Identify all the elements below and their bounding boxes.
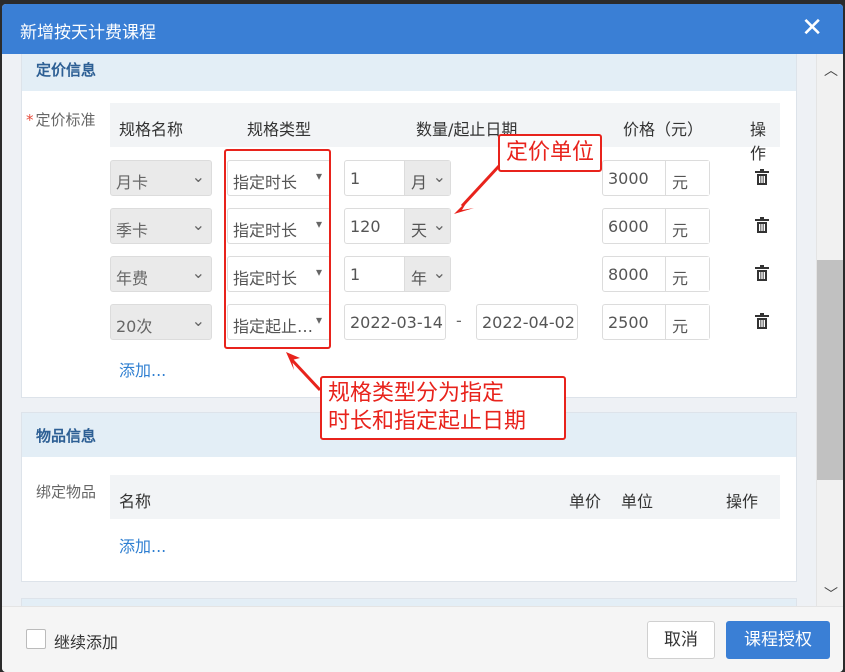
col-spec-name: 规格名称 bbox=[119, 120, 184, 139]
price-input[interactable]: 3000 元 bbox=[602, 160, 710, 196]
currency-addon: 元 bbox=[665, 257, 709, 291]
end-date-input[interactable]: 2022-04-02 bbox=[476, 304, 578, 340]
col-item-action: 操作 bbox=[726, 492, 759, 511]
currency-addon: 元 bbox=[665, 209, 709, 243]
price-input[interactable]: 8000 元 bbox=[602, 256, 710, 292]
qty-input[interactable]: 1 年 ⌄ bbox=[344, 256, 451, 292]
col-item-name: 名称 bbox=[119, 492, 152, 511]
col-unit: 单位 bbox=[621, 492, 654, 511]
qty-input[interactable]: 1 月 ⌄ bbox=[344, 160, 451, 196]
items-table-header: 名称 单价 单位 操作 bbox=[110, 475, 780, 519]
add-item-link[interactable]: 添加... bbox=[119, 533, 166, 557]
col-spec-type: 规格类型 bbox=[247, 120, 312, 139]
annotation-box bbox=[224, 149, 331, 349]
unit-select[interactable]: 年 ⌄ bbox=[404, 257, 450, 291]
pricing-header: 定价信息 bbox=[22, 54, 796, 91]
price-input[interactable]: 6000 元 bbox=[602, 208, 710, 244]
pricing-panel: 定价信息 * 定价标准 规格名称 规格类型 数量/起止日期 价格（元） 操作 月卡… bbox=[21, 54, 797, 398]
cancel-button[interactable]: 取消 bbox=[647, 621, 715, 659]
course-auth-button[interactable]: 课程授权 bbox=[726, 621, 830, 659]
qty-input[interactable]: 120 天 ⌄ bbox=[344, 208, 451, 244]
currency-addon: 元 bbox=[665, 161, 709, 195]
add-spec-link[interactable]: 添加... bbox=[119, 357, 166, 381]
annotation-unit-note: 定价单位 bbox=[498, 134, 603, 172]
spec-name-select[interactable]: 季卡 ⌄ bbox=[110, 208, 212, 244]
items-field-label: 绑定物品 bbox=[36, 483, 97, 501]
scrollbar[interactable]: ︿ ﹀ bbox=[816, 54, 843, 606]
dialog-titlebar: 新增按天计费课程 ✕ bbox=[2, 4, 843, 54]
required-mark: * bbox=[26, 111, 34, 129]
currency-addon: 元 bbox=[665, 305, 709, 339]
spec-name-select[interactable]: 20次 ⌄ bbox=[110, 304, 212, 340]
continue-checkbox[interactable] bbox=[26, 629, 46, 649]
chevron-down-icon: ⌄ bbox=[191, 215, 205, 234]
spec-name-select[interactable]: 月卡 ⌄ bbox=[110, 160, 212, 196]
close-icon[interactable]: ✕ bbox=[801, 15, 823, 41]
pricing-field-label: * 定价标准 bbox=[26, 111, 96, 129]
pricing-table-header: 规格名称 规格类型 数量/起止日期 价格（元） 操作 bbox=[110, 103, 780, 163]
date-range-separator: - bbox=[456, 311, 462, 330]
pricing-section-title: 定价信息 bbox=[36, 61, 97, 79]
dialog-content: 定价信息 * 定价标准 规格名称 规格类型 数量/起止日期 价格（元） 操作 月卡… bbox=[2, 54, 843, 606]
trash-icon[interactable] bbox=[755, 169, 769, 185]
scrollbar-thumb[interactable] bbox=[817, 260, 843, 480]
spec-name-select[interactable]: 年费 ⌄ bbox=[110, 256, 212, 292]
annotation-type-note: 规格类型分为指定 时长和指定起止日期 bbox=[320, 376, 566, 440]
dialog: 新增按天计费课程 ✕ 定价信息 * 定价标准 规格名称 规格类型 数量/起止日期 … bbox=[2, 4, 843, 672]
chevron-up-icon[interactable]: ︿ bbox=[824, 60, 838, 80]
chevron-down-icon: ⌄ bbox=[432, 167, 446, 186]
col-unit-price: 单价 bbox=[569, 492, 602, 511]
trash-icon[interactable] bbox=[755, 313, 769, 329]
trash-icon[interactable] bbox=[755, 217, 769, 233]
unit-select[interactable]: 月 ⌄ bbox=[404, 161, 450, 195]
chevron-down-icon: ⌄ bbox=[191, 167, 205, 186]
next-panel bbox=[21, 598, 797, 606]
price-input[interactable]: 2500 元 bbox=[602, 304, 710, 340]
trash-icon[interactable] bbox=[755, 265, 769, 281]
chevron-down-icon: ⌄ bbox=[191, 311, 205, 330]
start-date-input[interactable]: 2022-03-14 bbox=[344, 304, 446, 340]
items-section-title: 物品信息 bbox=[36, 427, 97, 445]
chevron-down-icon[interactable]: ﹀ bbox=[824, 584, 838, 604]
col-action: 操作 bbox=[750, 120, 767, 163]
chevron-down-icon: ⌄ bbox=[432, 215, 446, 234]
dialog-title: 新增按天计费课程 bbox=[20, 23, 156, 43]
dialog-footer: 继续添加 取消 课程授权 bbox=[2, 606, 843, 672]
chevron-down-icon: ⌄ bbox=[432, 263, 446, 282]
chevron-down-icon: ⌄ bbox=[191, 263, 205, 282]
col-price: 价格（元） bbox=[623, 120, 704, 139]
unit-select[interactable]: 天 ⌄ bbox=[404, 209, 450, 243]
continue-label: 继续添加 bbox=[54, 633, 119, 652]
